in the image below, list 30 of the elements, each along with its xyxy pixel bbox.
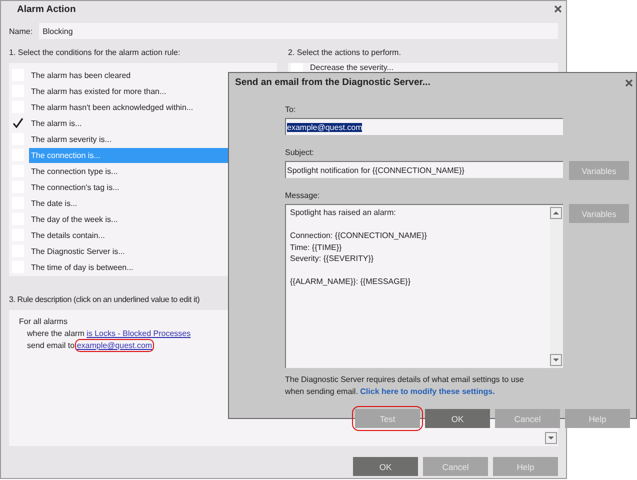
description-text: For all alarms [19, 317, 68, 326]
scroll-down-icon[interactable] [550, 354, 562, 366]
field-label: Name: [9, 26, 33, 36]
name-field[interactable]: Blocking [38, 23, 558, 39]
link[interactable]: example@quest.com [76, 341, 152, 350]
scroll-down-icon[interactable] [545, 432, 557, 444]
settings-note: The Diagnostic Server requires details of what email settings to use when sending email. Click here to modify these settings. [285, 374, 525, 398]
close-icon[interactable] [554, 5, 562, 13]
checkbox[interactable] [291, 63, 303, 72]
settings-link[interactable]: Click here to modify these settings. [360, 387, 495, 396]
button[interactable]: OK [353, 457, 418, 476]
list-item[interactable]: Decrease the severity... [308, 63, 558, 73]
checkbox[interactable] [12, 117, 24, 129]
field-label: Message: [285, 190, 321, 202]
to-field[interactable]: example@quest.com [285, 118, 563, 135]
scroll-up-icon[interactable] [550, 207, 562, 219]
message-field[interactable]: Spotlight has raised an alarm: Connection: {{CONNECTION_NAME}} Time: {{TIME}} Severity: {{SEVERITY}} {{ALARM_NAME}}: {{MESSAGE}} [285, 204, 563, 368]
section-label: 1. Select the conditions for the alarm action rule: [9, 47, 182, 59]
dialog-title: Send an email from the Diagnostic Server... [234, 76, 432, 90]
description-text: where the alarm [27, 329, 86, 338]
link[interactable]: is Locks - Blocked Processes [86, 329, 191, 338]
section-label: 2. Select the actions to perform. [288, 47, 402, 59]
close-icon[interactable] [625, 79, 633, 87]
button[interactable]: OK [425, 409, 490, 428]
section-label: 3. Rule description (click on an underlined value to edit it) [9, 294, 201, 306]
field-label: To: [285, 104, 297, 116]
window-title: Alarm Action [16, 3, 77, 17]
subject-field[interactable]: Spotlight notification for {{CONNECTION_NAME}} [285, 161, 563, 178]
field-label: Subject: [285, 147, 315, 159]
description-text: send email to [27, 341, 76, 350]
